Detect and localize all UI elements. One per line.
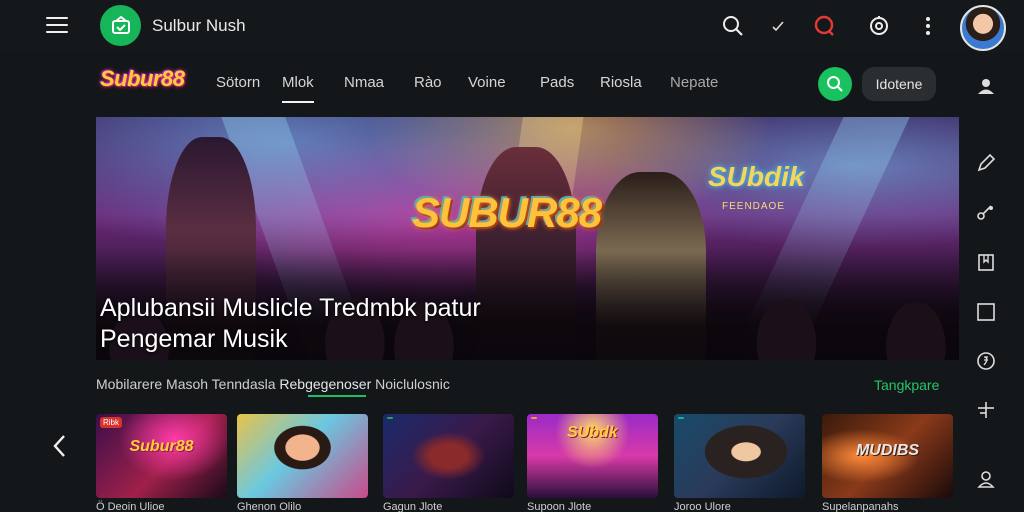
tab-mlok[interactable]: Mlok <box>282 74 314 103</box>
action-button[interactable]: Idotene <box>862 67 936 101</box>
tab-voine[interactable]: Voine <box>468 74 506 91</box>
split-icon[interactable] <box>974 398 998 422</box>
hero-banner[interactable]: SUBUR88 SUbdik FEENDAOE Aplubansii Musli… <box>96 117 959 360</box>
thumbnail-card[interactable] <box>674 414 805 498</box>
hero-caption-line1: Aplubansii Muslicle Tredmbk patur <box>100 294 481 322</box>
search-icon[interactable] <box>721 14 745 38</box>
trending-underline <box>308 395 366 397</box>
trending-highlight[interactable]: Rebgegenoser <box>279 376 371 392</box>
trending-suffix: Noiclulosnic <box>375 376 450 392</box>
thumbnail-card[interactable]: MUDIBS <box>822 414 953 498</box>
thumbnail-tag: Ribk <box>100 417 123 428</box>
thumbnail-tag <box>678 417 684 419</box>
edit-icon[interactable] <box>974 151 998 175</box>
hero-neon-sign: SUbdik <box>708 161 805 192</box>
menu-icon[interactable] <box>46 17 68 34</box>
currency-icon[interactable] <box>974 349 998 373</box>
thumbnail-card[interactable] <box>237 414 368 498</box>
thumbnail-caption[interactable]: Joroo Ulore <box>674 501 731 512</box>
tab-nmaa[interactable]: Nmaa <box>344 74 384 91</box>
thumbnail-caption[interactable]: Supelanpanahs <box>822 501 898 512</box>
search-button[interactable] <box>818 67 852 101</box>
app-logo-icon[interactable] <box>100 5 141 46</box>
more-vert-icon[interactable] <box>916 14 940 38</box>
hero-caption-line2: Pengemar Musik <box>100 325 288 353</box>
hero-neon-sign-sub: FEENDAOE <box>722 201 786 212</box>
tab-rao[interactable]: Rào <box>414 74 442 91</box>
top-app-bar: Sulbur Nush <box>0 0 1024 52</box>
thumbnail-caption[interactable]: Gagun Jlote <box>383 501 442 512</box>
see-all-link[interactable]: Tangkpare <box>874 377 939 393</box>
tab-nepate[interactable]: Nepate <box>670 74 718 91</box>
tab-pads[interactable]: Pads <box>540 74 574 91</box>
hero-logo: SUBUR88 <box>412 189 602 236</box>
trending-prefix: Mobilarere Masoh Tenndasla <box>96 376 276 392</box>
hero-caption: Aplubansii Muslicle Tredmbk patur Pengem… <box>100 293 481 355</box>
thumbnail-caption[interactable]: Ö Deoin Ulioe <box>96 501 164 512</box>
chevron-left-icon[interactable] <box>50 432 70 460</box>
user-icon[interactable] <box>974 467 998 491</box>
brand-logo[interactable]: Subur88 <box>100 66 185 92</box>
profile-sync-icon[interactable] <box>974 74 998 98</box>
book-icon[interactable] <box>974 250 998 274</box>
record-icon[interactable] <box>812 14 836 38</box>
trending-heading: Mobilarere Masoh Tenndasla Rebgegenoser … <box>96 376 450 392</box>
thumbnail-card[interactable] <box>383 414 514 498</box>
settings-icon[interactable] <box>867 14 891 38</box>
thumbnail-card[interactable]: SUbdk <box>527 414 658 498</box>
thumbnail-title: MUDIBS <box>855 442 920 459</box>
thumbnail-tag <box>531 417 537 419</box>
thumbnail-title: Subur88 <box>129 438 194 455</box>
thumbnail-card[interactable]: Ribk Subur88 <box>96 414 227 498</box>
thumbnail-title: SUbdk <box>567 424 618 441</box>
tab-riosla[interactable]: Riosla <box>600 74 642 91</box>
thumbnail-tag <box>387 417 393 419</box>
app-title: Sulbur Nush <box>152 16 246 35</box>
check-icon[interactable] <box>766 14 790 38</box>
thumbnail-caption[interactable]: Ghenon Olilo <box>237 501 301 512</box>
tab-soton[interactable]: Sötorn <box>216 74 260 91</box>
share-icon[interactable] <box>974 200 998 224</box>
square-icon[interactable] <box>974 300 998 324</box>
thumbnail-caption[interactable]: Supoon Jlote <box>527 501 591 512</box>
avatar[interactable] <box>960 5 1006 51</box>
